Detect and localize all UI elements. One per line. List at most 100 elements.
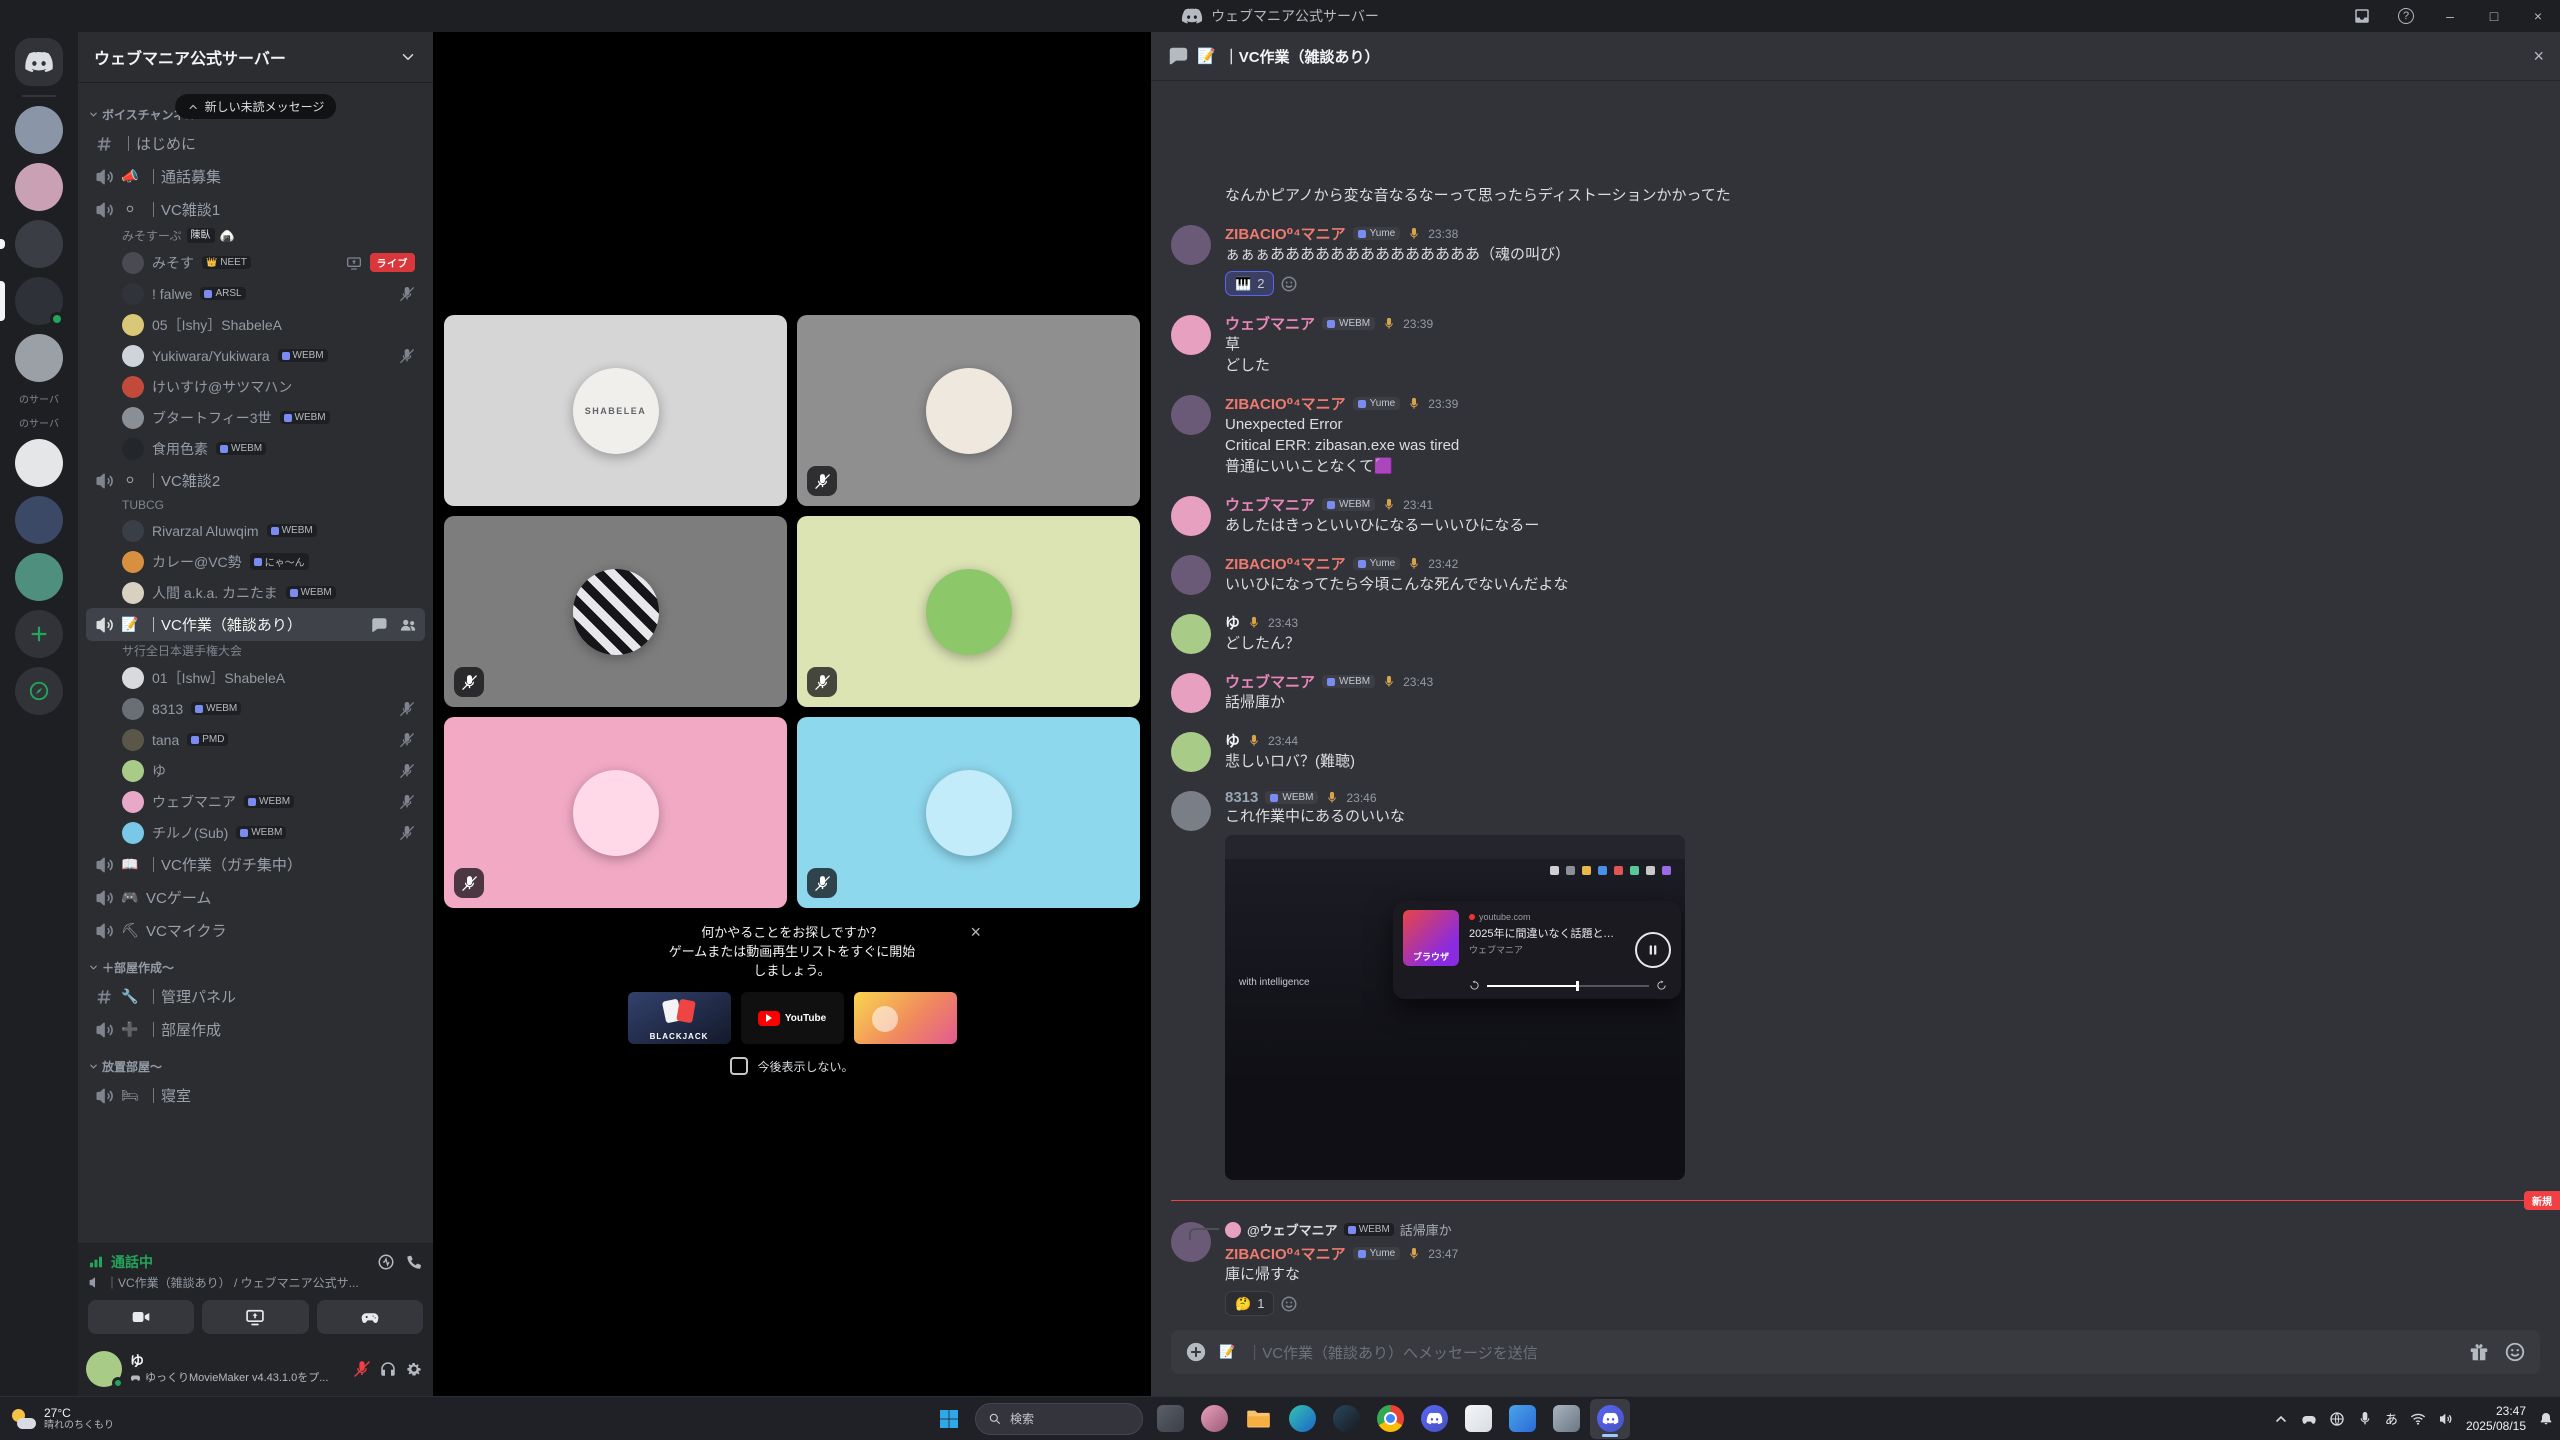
attach-plus-icon[interactable] <box>1185 1341 1207 1363</box>
dialog-close-icon[interactable]: × <box>970 923 981 941</box>
voice-member[interactable]: ブタートフィー3世 WEBM <box>86 402 425 433</box>
author-name[interactable]: ZIBACIO⁰⁴マニア <box>1225 393 1346 414</box>
add-reaction-button[interactable] <box>1280 1295 1298 1313</box>
discord-home-button[interactable] <box>15 38 63 86</box>
add-reaction-button[interactable] <box>1280 275 1298 293</box>
channel-category[interactable]: 放置部屋～ <box>86 1046 425 1079</box>
voice-member[interactable]: けいすけ@サツマハン <box>86 371 425 402</box>
explore-servers-button[interactable] <box>15 667 63 715</box>
message-avatar[interactable] <box>1171 395 1211 435</box>
game-thumbnail[interactable] <box>853 992 957 1044</box>
text-channel[interactable]: ｜はじめに <box>86 127 425 160</box>
activities-button[interactable] <box>316 1300 423 1334</box>
tile-chiruno[interactable] <box>797 717 1140 908</box>
reaction-pill[interactable]: 🤔 1 <box>1225 1291 1275 1316</box>
voice-member[interactable]: 8313 WEBM <box>86 693 425 724</box>
voice-member[interactable]: 食用色素 WEBM <box>86 433 425 464</box>
chat-close-icon[interactable]: × <box>2533 46 2544 67</box>
channel-category[interactable]: ＋部屋作成～ <box>86 947 425 980</box>
dont-show-again-checkbox[interactable] <box>730 1057 749 1075</box>
server-icon-server-7[interactable] <box>15 496 63 544</box>
gift-icon[interactable] <box>2468 1341 2490 1363</box>
voice-member[interactable]: チルノ(Sub) WEBM <box>86 817 425 848</box>
weather-widget[interactable]: 27°C 晴れのちくもり <box>10 1406 114 1432</box>
volume-icon[interactable] <box>2438 1411 2454 1427</box>
members-icon[interactable] <box>399 616 417 634</box>
voice-member[interactable]: 01［Ishw］ShabeleA <box>86 662 425 693</box>
voice-channel[interactable]: ⛏ VCマイクラ <box>86 914 425 947</box>
text-channel[interactable]: 🔧 ｜管理パネル <box>86 980 425 1013</box>
forward-icon[interactable] <box>1656 980 1667 991</box>
tile-webmania[interactable] <box>444 717 787 908</box>
author-name[interactable]: 8313 <box>1225 789 1258 806</box>
message-avatar[interactable] <box>1171 732 1211 772</box>
server-icon-server-3[interactable] <box>15 220 63 268</box>
message-avatar[interactable] <box>1171 315 1211 355</box>
voice-member[interactable]: 人間 a.k.a. カニたま WEBM <box>86 577 425 608</box>
reply-context[interactable]: @ウェブマニア WEBM 話帰庫か <box>1189 1220 2540 1240</box>
youtube-thumbnail[interactable]: YouTube <box>740 992 844 1044</box>
progress-bar[interactable] <box>1487 980 1649 991</box>
voice-member[interactable]: ウェブマニア WEBM <box>86 786 425 817</box>
author-name[interactable]: ZIBACIO⁰⁴マニア <box>1225 223 1346 244</box>
voice-member[interactable]: カレー@VC勢 にゃ〜ん <box>86 546 425 577</box>
wifi-icon[interactable] <box>2410 1411 2426 1427</box>
add-server-button[interactable] <box>15 610 63 658</box>
server-icon-server-4[interactable] <box>15 277 64 326</box>
message-avatar[interactable] <box>1171 225 1211 265</box>
edge-browser[interactable] <box>1282 1399 1322 1439</box>
author-name[interactable]: ウェブマニア <box>1225 671 1315 692</box>
screenshare-button[interactable] <box>202 1300 309 1334</box>
message-input[interactable]: 📝 ｜VC作業（雑談あり）へメッセージを送信 <box>1171 1330 2540 1374</box>
voice-member[interactable]: Yukiwara/Yukiwara WEBM <box>86 340 425 371</box>
server-icon-server-1[interactable] <box>15 106 63 154</box>
open-chat-icon[interactable] <box>370 616 388 634</box>
author-name[interactable]: ZIBACIO⁰⁴マニア <box>1225 1243 1346 1264</box>
rewind-icon[interactable] <box>1469 980 1480 991</box>
voice-channel[interactable]: ➕ ｜部屋作成 <box>86 1013 425 1046</box>
mic-muted-icon[interactable] <box>351 1358 373 1380</box>
inbox-icon[interactable] <box>2340 0 2384 32</box>
noise-suppression-icon[interactable] <box>377 1253 395 1271</box>
reaction-pill[interactable]: 🎹 2 <box>1225 271 1275 296</box>
author-name[interactable]: ウェブマニア <box>1225 494 1315 515</box>
screenshot-app[interactable] <box>1150 1399 1190 1439</box>
blue-app[interactable] <box>1502 1399 1542 1439</box>
headphones-icon[interactable] <box>377 1358 399 1380</box>
blackjack-thumbnail[interactable]: BLACKJACK <box>627 992 731 1044</box>
help-icon[interactable]: ? <box>2384 0 2428 32</box>
voice-channel[interactable]: 🎮 VCゲーム <box>86 881 425 914</box>
pause-button[interactable] <box>1635 932 1671 968</box>
voice-channel-path[interactable]: ｜VC作業（雑談あり） / ウェブマニア公式サ... <box>106 1274 359 1291</box>
emoji-picker-icon[interactable] <box>2504 1341 2526 1363</box>
message-avatar[interactable] <box>1171 614 1211 654</box>
author-name[interactable]: ゆ <box>1225 612 1240 633</box>
voice-member[interactable]: ! falwe ARSL <box>86 278 425 309</box>
author-name[interactable]: ZIBACIO⁰⁴マニア <box>1225 553 1346 574</box>
network-globe-icon[interactable] <box>2329 1411 2345 1427</box>
file-explorer[interactable] <box>1238 1399 1278 1439</box>
discord[interactable] <box>1414 1399 1454 1439</box>
voice-member[interactable]: ゆ <box>86 755 425 786</box>
voice-member[interactable]: 05［Ishy］ShabeleA <box>86 309 425 340</box>
tray-chevron-up-icon[interactable] <box>2273 1411 2289 1427</box>
settings-gear-icon[interactable] <box>403 1358 425 1380</box>
author-name[interactable]: ウェブマニア <box>1225 313 1315 334</box>
server-icon-server-5[interactable] <box>15 334 63 382</box>
media-app[interactable] <box>1194 1399 1234 1439</box>
ime-indicator[interactable]: あ <box>2385 1409 2398 1428</box>
voice-channel[interactable]: ⚪ ｜VC雑談1 <box>86 193 425 226</box>
user-avatar[interactable] <box>86 1351 124 1389</box>
server-icon-server-2[interactable] <box>15 163 63 211</box>
server-icon-server-6[interactable] <box>15 439 63 487</box>
mic-tray-icon[interactable] <box>2357 1411 2373 1427</box>
voice-channel[interactable]: 📝 ｜VC作業（雑談あり） <box>86 608 425 641</box>
voice-member[interactable]: みそす 👑 NEET ライブ <box>86 247 425 278</box>
discord-window[interactable] <box>1590 1398 1630 1439</box>
tile-tana[interactable] <box>444 516 787 707</box>
notepad[interactable] <box>1458 1399 1498 1439</box>
clock[interactable]: 23:47 2025/08/15 <box>2466 1404 2526 1434</box>
message-avatar[interactable] <box>1171 791 1211 831</box>
tile-shabelea[interactable]: SHABELEA <box>444 315 787 506</box>
message-avatar[interactable] <box>1171 496 1211 536</box>
